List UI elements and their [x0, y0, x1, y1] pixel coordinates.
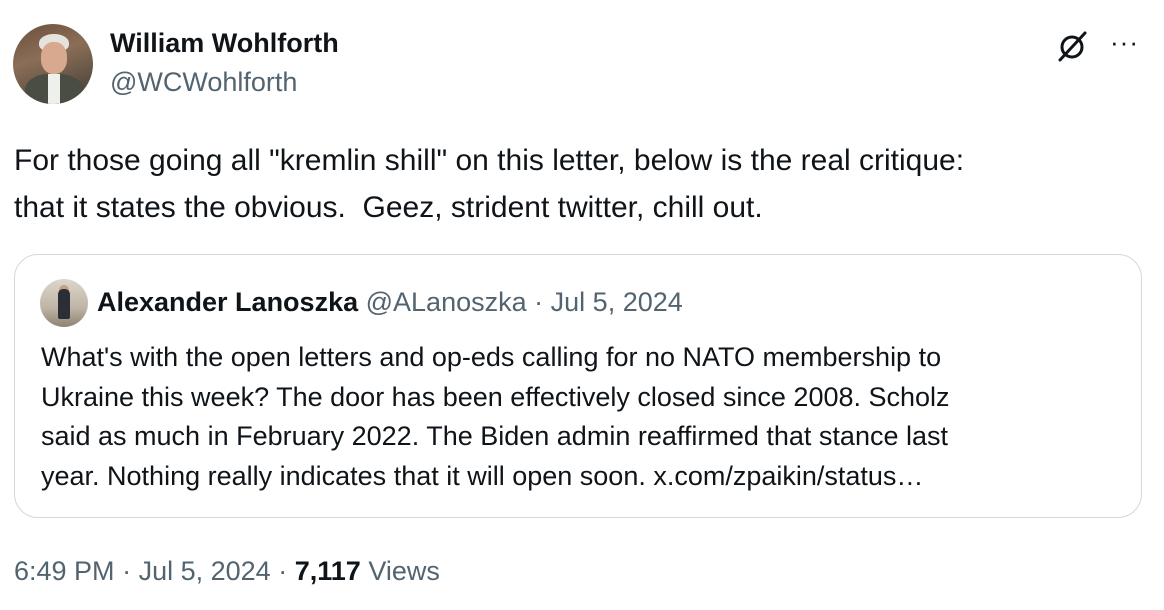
quoted-display-name[interactable]: Alexander Lanoszka [97, 287, 358, 317]
grok-icon[interactable] [1056, 30, 1088, 62]
avatar-face [41, 42, 67, 74]
quoted-separator: · [534, 287, 544, 317]
tweet-text: For those going all "kremlin shill" on t… [14, 144, 965, 224]
tweet-date[interactable]: Jul 5, 2024 [139, 556, 271, 586]
quoted-date[interactable]: Jul 5, 2024 [551, 287, 683, 317]
more-icon[interactable]: ··· [1110, 29, 1144, 56]
avatar[interactable] [13, 24, 93, 104]
views-label[interactable]: Views [368, 556, 440, 586]
quoted-avatar-figure [58, 289, 70, 319]
author-handle[interactable]: @WCWohlforth [110, 67, 297, 98]
tweet-footer: 6:49 PM · Jul 5, 2024 · 7,117 Views [14, 556, 440, 587]
author-display-name[interactable]: William Wohlforth [110, 28, 339, 59]
tweet-time[interactable]: 6:49 PM [14, 556, 115, 586]
quoted-tweet[interactable]: Alexander Lanoszka @ALanoszka · Jul 5, 2… [14, 254, 1142, 518]
footer-separator: · [278, 556, 288, 586]
quoted-tweet-header: Alexander Lanoszka @ALanoszka · Jul 5, 2… [97, 287, 683, 318]
quoted-handle[interactable]: @ALanoszka [366, 287, 527, 317]
footer-separator: · [122, 556, 132, 586]
tweet: William Wohlforth @WCWohlforth ··· For t… [0, 0, 1164, 610]
views-count[interactable]: 7,117 [295, 556, 361, 586]
quoted-tweet-text: What's with the open letters and op-eds … [41, 342, 950, 491]
avatar-shirt [48, 74, 60, 104]
quoted-avatar[interactable] [40, 279, 88, 327]
